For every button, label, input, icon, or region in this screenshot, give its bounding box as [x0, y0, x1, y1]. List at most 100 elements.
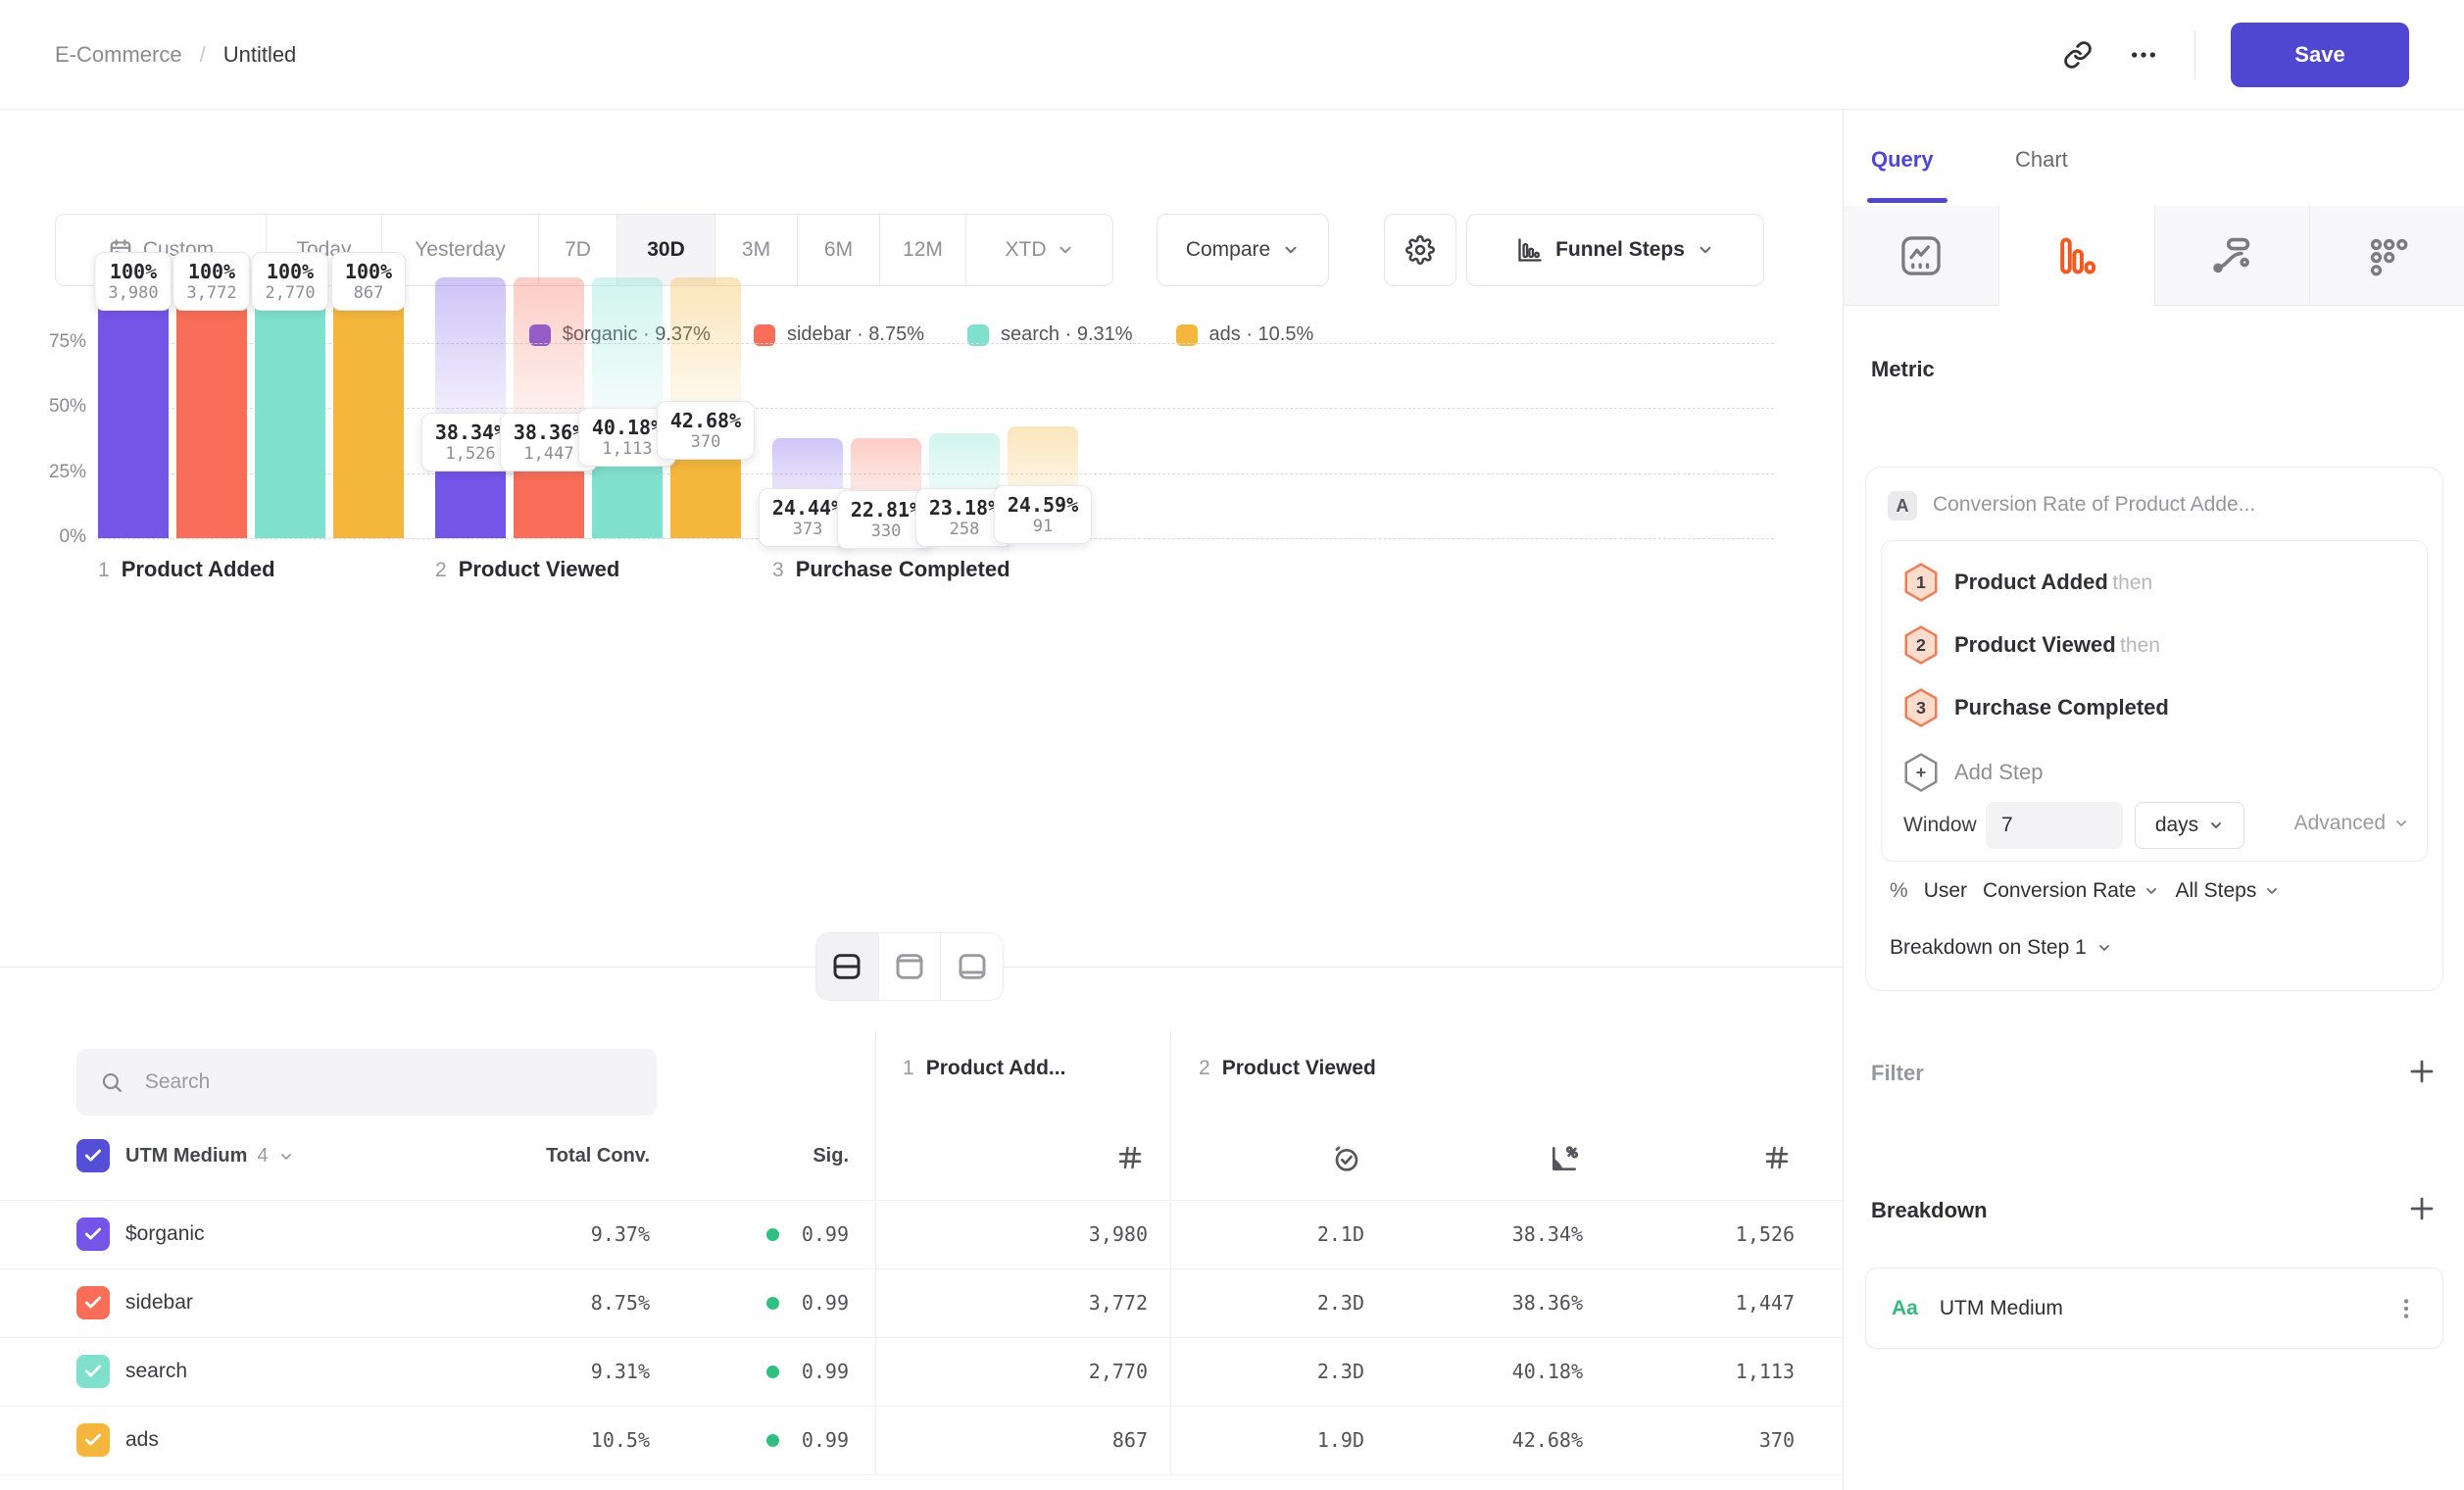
- view-toggle-split-view[interactable]: [816, 933, 878, 1000]
- tab-flows-report[interactable]: [2154, 206, 2310, 306]
- sig-column-header[interactable]: Sig.: [702, 1145, 849, 1167]
- chevron-down-icon: [2393, 816, 2409, 831]
- funnel-steps-card: 1Product Added then 2Product Viewed then 3…: [1881, 540, 2428, 862]
- row-divider: [0, 1474, 1843, 1475]
- insights-icon: [1898, 233, 1944, 278]
- step-name: Product Added: [122, 557, 275, 582]
- measure-entity[interactable]: User: [1924, 879, 1967, 903]
- view-toggle-group: [815, 932, 1004, 1001]
- table-only-view-icon: [956, 951, 989, 982]
- funnel-icon: [2054, 233, 2099, 278]
- breadcrumb-project[interactable]: E-Commerce: [55, 42, 182, 68]
- step-name: Product Viewed: [459, 557, 620, 582]
- bar-rate-value: 38.34%: [435, 421, 506, 444]
- tab-insights-report[interactable]: [1844, 206, 1998, 306]
- tab-chart[interactable]: Chart: [2015, 147, 2068, 173]
- check-icon: [83, 1430, 103, 1450]
- check-icon: [83, 1146, 103, 1166]
- measure-metric-dropdown[interactable]: Conversion Rate: [1983, 879, 2159, 903]
- total-conv-column-header[interactable]: Total Conv.: [454, 1145, 650, 1167]
- svg-text:+: +: [1916, 763, 1926, 782]
- bar-value-label: 24.59%91: [994, 485, 1092, 544]
- breadcrumb-report-title[interactable]: Untitled: [223, 42, 297, 68]
- breakdown-property-card[interactable]: Aa UTM Medium: [1865, 1267, 2443, 1349]
- row-checkbox[interactable]: [76, 1217, 110, 1251]
- conv-rate-metric-header[interactable]: [1549, 1143, 1580, 1179]
- measure-scope-dropdown[interactable]: All Steps: [2175, 879, 2280, 903]
- row-divider: [0, 1406, 1843, 1407]
- row-label: $organic: [125, 1222, 205, 1246]
- breakdown-value-count: 4: [257, 1145, 268, 1167]
- bar-count-value: 1,526: [435, 444, 506, 465]
- row-checkbox[interactable]: [76, 1423, 110, 1457]
- window-value-input[interactable]: [1986, 802, 2123, 849]
- table-header-divider: [0, 1200, 1843, 1201]
- funnel-bar-search[interactable]: [255, 277, 325, 538]
- advanced-dropdown[interactable]: Advanced: [2294, 812, 2409, 835]
- step-number: 2: [435, 559, 447, 582]
- chart-step-label-1: 1Product Added: [98, 557, 275, 582]
- select-all-checkbox[interactable]: [76, 1139, 110, 1172]
- cell-step2-rate: 42.68%: [1367, 1428, 1583, 1452]
- step-name: Purchase Completed: [796, 557, 1010, 582]
- view-toggle-table-only-view[interactable]: [940, 933, 1003, 1000]
- add-step-button[interactable]: + Add Step: [1903, 753, 2044, 792]
- query-step-1[interactable]: 1Product Added then: [1903, 563, 2152, 602]
- cell-step2-avg-time: 2.3D: [1149, 1291, 1364, 1315]
- bar-value-label: 42.68%370: [657, 401, 755, 460]
- row-checkbox[interactable]: [76, 1286, 110, 1319]
- count-metric-header[interactable]: [1115, 1143, 1145, 1177]
- step-number: 2: [1199, 1057, 1210, 1080]
- window-label: Window: [1903, 814, 1977, 837]
- add-breakdown-button[interactable]: [2407, 1194, 2437, 1226]
- bar-rate-value: 100%: [345, 260, 392, 283]
- step-number: 1: [903, 1057, 914, 1080]
- search-input[interactable]: [145, 1070, 633, 1094]
- cell-step2-rate: 40.18%: [1367, 1360, 1583, 1383]
- cell-step2-avg-time: 2.3D: [1149, 1360, 1364, 1383]
- breakdown-options-button[interactable]: [2393, 1296, 2419, 1321]
- query-step-3[interactable]: 3Purchase Completed: [1903, 688, 2169, 727]
- bar-rate-value: 24.59%: [1008, 493, 1078, 517]
- avg-time-metric-header[interactable]: [1331, 1143, 1362, 1179]
- bar-value-label: 100%3,772: [172, 252, 250, 311]
- breakdown-section-title: Breakdown: [1871, 1198, 1988, 1223]
- funnel-bar-ads[interactable]: [333, 277, 404, 538]
- svg-text:2: 2: [1916, 635, 1926, 655]
- flows-icon: [2209, 233, 2254, 278]
- cell-step1-count: 3,772: [932, 1291, 1148, 1315]
- more-options-button[interactable]: [2128, 39, 2159, 71]
- metric-summary[interactable]: Conversion Rate of Product Adde...: [1933, 493, 2255, 517]
- topbar-actions: Save: [2063, 0, 2409, 110]
- view-toggle-chart-only-view[interactable]: [878, 933, 941, 1000]
- row-checkbox[interactable]: [76, 1355, 110, 1388]
- cell-step2-count: 1,113: [1579, 1360, 1795, 1383]
- breakdown-on-label: Breakdown on Step 1: [1890, 936, 2087, 960]
- add-filter-button[interactable]: [2407, 1057, 2437, 1089]
- breakdown-on-step-dropdown[interactable]: Breakdown on Step 1: [1890, 936, 2112, 960]
- add-step-label: Add Step: [1954, 760, 2044, 785]
- cell-step2-rate: 38.36%: [1367, 1291, 1583, 1315]
- breadcrumb: E-Commerce / Untitled: [55, 0, 296, 110]
- step-event-name: Product Added: [1954, 570, 2108, 594]
- bar-count-value: 1,447: [514, 444, 584, 465]
- cell-sig: 0.99: [633, 1222, 849, 1246]
- funnel-bar-organic[interactable]: [98, 277, 169, 538]
- top-bar: E-Commerce / Untitled Save: [0, 0, 2464, 110]
- count-metric-header[interactable]: [1762, 1143, 1792, 1177]
- breakdown-column-header[interactable]: UTM Medium 4: [125, 1145, 294, 1167]
- tab-retention-report[interactable]: [2309, 206, 2464, 306]
- chevron-down-icon: [278, 1149, 294, 1165]
- chevron-down-icon: [2264, 883, 2280, 899]
- window-unit-dropdown[interactable]: days: [2135, 802, 2244, 849]
- share-link-button[interactable]: [2063, 40, 2093, 70]
- plus-icon: [2407, 1194, 2437, 1223]
- tab-funnels-report[interactable]: [1998, 206, 2154, 306]
- chart-step-label-2: 2 Product Viewed: [435, 557, 619, 582]
- funnel-bar-sidebar[interactable]: [176, 277, 247, 538]
- save-button[interactable]: Save: [2231, 23, 2409, 87]
- query-step-2[interactable]: 2Product Viewed then: [1903, 625, 2160, 665]
- tab-query[interactable]: Query: [1871, 147, 1934, 173]
- bar-rate-value: 24.44%: [772, 496, 843, 520]
- step-connector: then: [2112, 571, 2152, 594]
